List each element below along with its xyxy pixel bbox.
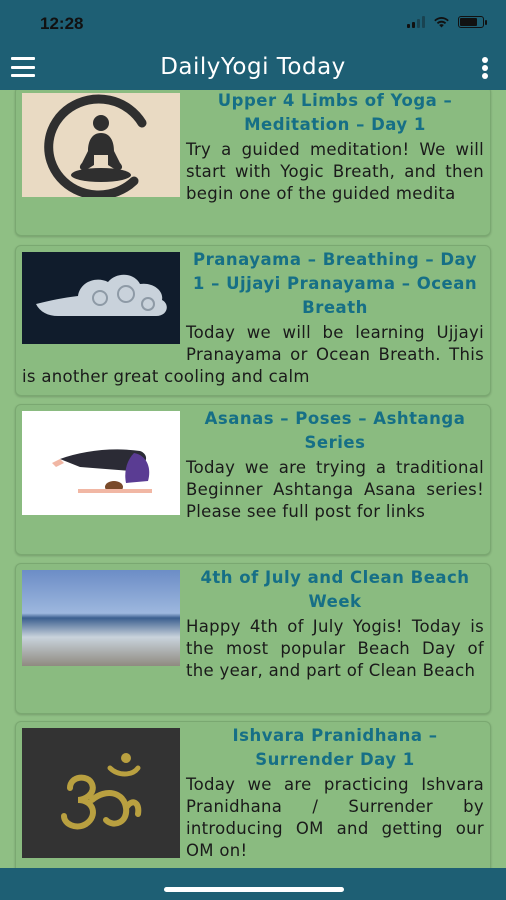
app-title: DailyYogi Today (160, 54, 346, 80)
signal-icon (407, 16, 425, 28)
cloud-swirl-image (22, 252, 180, 344)
status-time: 12:28 (40, 14, 84, 33)
om-symbol-image (22, 728, 180, 858)
home-indicator[interactable] (164, 887, 344, 892)
plow-pose-image (22, 411, 180, 515)
wifi-icon (434, 17, 449, 28)
post-card[interactable]: Pranayama – Breathing – Day 1 – Ujjayi P… (15, 245, 491, 396)
status-icons (407, 16, 487, 28)
bottom-bar (0, 868, 506, 900)
more-options-icon[interactable] (482, 57, 488, 79)
post-card[interactable]: Ishvara Pranidhana – Surrender Day 1 Tod… (15, 721, 491, 868)
beach-waves-image (22, 570, 180, 666)
battery-icon (458, 16, 487, 28)
post-card[interactable]: Asanas – Poses – Ashtanga Series Today w… (15, 404, 491, 555)
post-card[interactable]: 4th of July and Clean Beach Week Happy 4… (15, 563, 491, 714)
post-feed[interactable]: Upper 4 Limbs of Yoga – Meditation – Day… (0, 90, 506, 868)
meditation-figure-image (22, 93, 180, 197)
post-card[interactable]: Upper 4 Limbs of Yoga – Meditation – Day… (15, 90, 491, 236)
app-bar: DailyYogi Today (0, 44, 506, 90)
status-bar: 12:28 (0, 0, 506, 44)
